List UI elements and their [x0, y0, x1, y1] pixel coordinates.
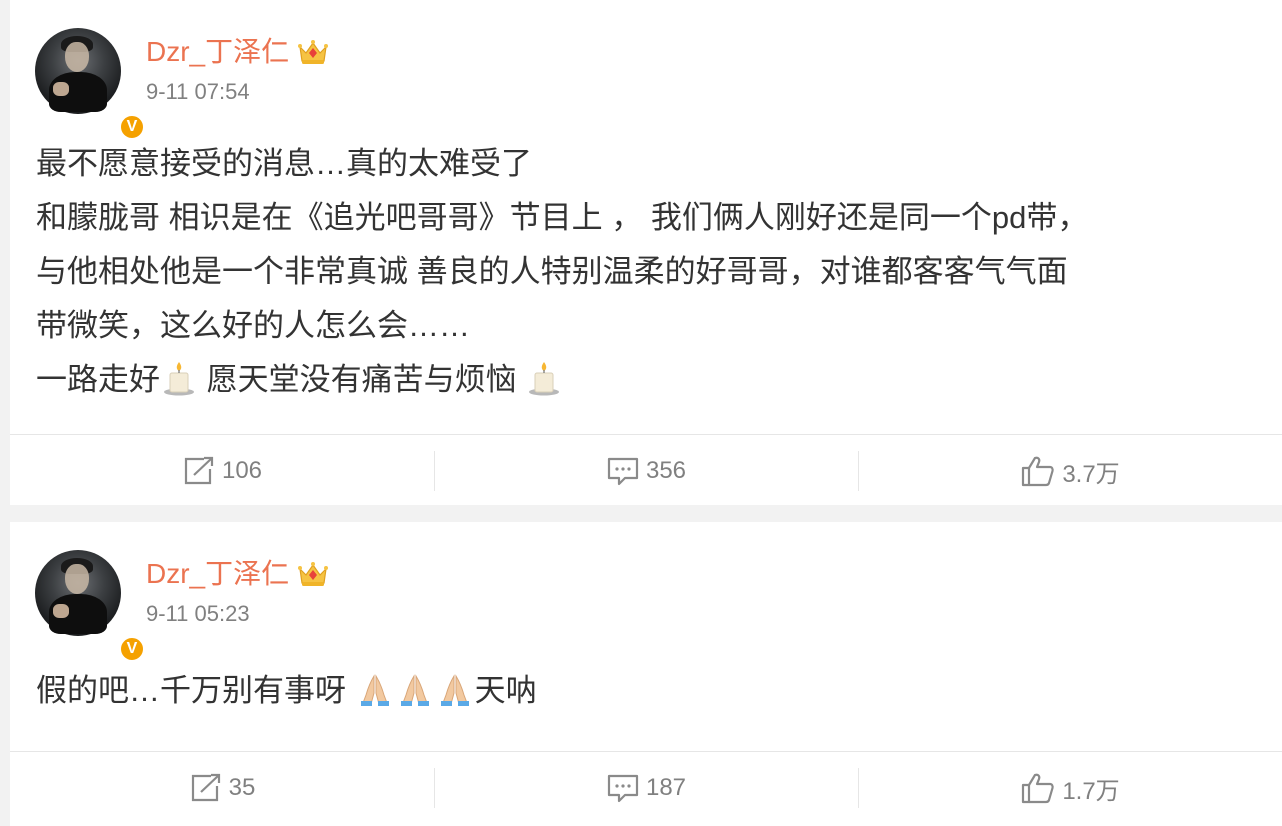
crown-icon[interactable]	[297, 559, 329, 589]
repost-icon	[191, 773, 220, 802]
content-line: 与他相处他是一个非常真诚 善良的人特别温柔的好哥哥，对谁都客客气气面	[36, 254, 1068, 289]
repost-count: 106	[221, 457, 263, 484]
comment-count: 356	[645, 457, 687, 484]
like-button[interactable]: 1.7万	[858, 752, 1282, 824]
content-line: 最不愿意接受的消息…真的太难受了	[36, 146, 532, 181]
comment-count: 187	[645, 774, 687, 801]
weibo-post: V Dzr_丁泽仁 9-11 07:54 最不愿意接受的消息…真的太难受了 和朦…	[10, 0, 1282, 505]
pray-icon	[440, 674, 469, 706]
like-button[interactable]: 3.7万	[858, 435, 1282, 507]
username-row: Dzr_丁泽仁	[146, 34, 329, 70]
repost-button[interactable]: 35	[10, 752, 434, 824]
avatar[interactable]: V	[35, 28, 145, 140]
avatar[interactable]: V	[35, 550, 145, 662]
comment-button[interactable]: 356	[434, 435, 858, 507]
content-text: 愿天堂没有痛苦与烦恼	[198, 362, 526, 397]
thumbs-up-icon	[1022, 773, 1055, 804]
action-bar: 106 356 3.7万	[10, 434, 1282, 507]
repost-count: 35	[228, 774, 256, 801]
content-line: 和朦胧哥 相识是在《追光吧哥哥》节目上 ， 我们俩人刚好还是同一个pd带，	[36, 200, 1089, 235]
comment-button[interactable]: 187	[434, 752, 858, 824]
candle-icon	[164, 362, 194, 396]
thumbs-up-icon	[1022, 456, 1055, 487]
avatar-hand	[53, 82, 69, 96]
content-line: 一路走好 愿天堂没有痛苦与烦恼	[36, 353, 1266, 407]
post-content: 假的吧…千万别有事呀 天呐	[36, 664, 1266, 718]
weibo-post: V Dzr_丁泽仁 9-11 05:23 假的吧…千万别有事呀 天呐 35 18…	[10, 522, 1282, 826]
repost-icon	[184, 456, 214, 485]
repost-button[interactable]: 106	[10, 435, 434, 507]
username-row: Dzr_丁泽仁	[146, 556, 329, 592]
avatar-hand	[53, 604, 69, 618]
comment-icon	[607, 774, 639, 803]
like-count: 1.7万	[1062, 777, 1120, 805]
post-timestamp[interactable]: 9-11 07:54	[146, 78, 250, 106]
post-content: 最不愿意接受的消息…真的太难受了 和朦胧哥 相识是在《追光吧哥哥》节目上 ， 我…	[36, 137, 1266, 407]
content-line: 假的吧…千万别有事呀 天呐	[36, 664, 1266, 718]
content-text: 天呐	[474, 673, 537, 708]
post-timestamp[interactable]: 9-11 05:23	[146, 600, 250, 628]
content-line: 带微笑，这么好的人怎么会……	[36, 308, 470, 343]
avatar-face	[65, 42, 89, 72]
candle-icon	[529, 362, 560, 396]
pray-icon	[360, 674, 389, 706]
like-count: 3.7万	[1062, 460, 1120, 488]
comment-icon	[607, 457, 639, 486]
username-link[interactable]: Dzr_丁泽仁	[146, 556, 289, 592]
username-link[interactable]: Dzr_丁泽仁	[146, 34, 289, 70]
crown-icon[interactable]	[297, 37, 329, 67]
action-bar: 35 187 1.7万	[10, 751, 1282, 824]
content-text: 一路走好	[36, 362, 160, 397]
pray-icon	[400, 674, 429, 706]
content-text: 假的吧…千万别有事呀	[36, 673, 355, 708]
avatar-face	[65, 564, 89, 594]
verified-badge-icon: V	[119, 636, 145, 662]
